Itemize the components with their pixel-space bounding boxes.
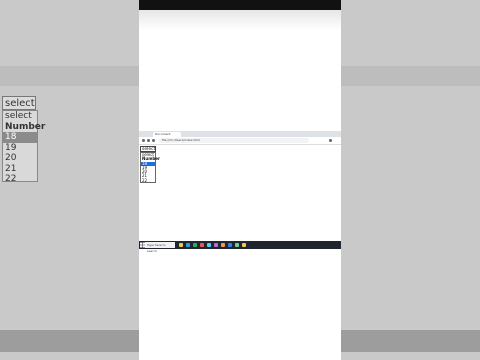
address-bar[interactable]: file:///C:/Users/index.html: [159, 138, 309, 143]
background-select: select: [2, 96, 36, 110]
reload-icon[interactable]: [152, 139, 155, 142]
taskbar-app-icon[interactable]: [228, 243, 232, 247]
background-option: 20: [5, 153, 17, 163]
taskbar-app-icon[interactable]: [193, 243, 197, 247]
browser-window: Document file:///C:/Users/index.html sel…: [139, 131, 341, 249]
address-row: file:///C:/Users/index.html: [139, 137, 341, 145]
menu-icon[interactable]: [329, 139, 332, 142]
taskbar-app-icon[interactable]: [200, 243, 204, 247]
taskbar-app-icon[interactable]: [207, 243, 211, 247]
taskbar-app-icon[interactable]: [221, 243, 225, 247]
background-option: select: [5, 111, 32, 121]
background-browser-bar: [0, 66, 139, 86]
background-option: Number: [5, 121, 46, 132]
forward-icon[interactable]: [147, 139, 150, 142]
background-option: 22: [5, 174, 17, 184]
background-option-list: select Number 18 19 20 21 22: [2, 110, 46, 184]
taskbar-app-icon[interactable]: [214, 243, 218, 247]
video-frame: Document file:///C:/Users/index.html sel…: [139, 0, 341, 360]
background-right: [341, 0, 480, 360]
taskbar-app-icon[interactable]: [242, 243, 246, 247]
frame-fade: [139, 10, 341, 30]
background-option: 18: [3, 132, 37, 143]
frame-top-bar: [139, 0, 341, 10]
back-icon[interactable]: [142, 139, 145, 142]
background-taskbar: [0, 330, 139, 352]
taskbar-app-icon[interactable]: [179, 243, 183, 247]
background-option: 19: [5, 142, 17, 153]
taskbar-app-icon[interactable]: [186, 243, 190, 247]
system-tray[interactable]: [289, 242, 339, 248]
background-taskbar: [341, 330, 480, 352]
windows-taskbar: Type here to search: [139, 241, 341, 253]
background-left: select select Number 18 19 20 21 22: [0, 0, 139, 360]
taskbar-search-input[interactable]: Type here to search: [145, 242, 175, 253]
taskbar-app-icon[interactable]: [235, 243, 239, 247]
select-option[interactable]: 22: [141, 178, 155, 183]
background-option: 21: [5, 163, 17, 174]
background-browser-bar: [341, 66, 480, 86]
select-option-list[interactable]: select Number 18 19 20 21 22: [140, 152, 160, 183]
